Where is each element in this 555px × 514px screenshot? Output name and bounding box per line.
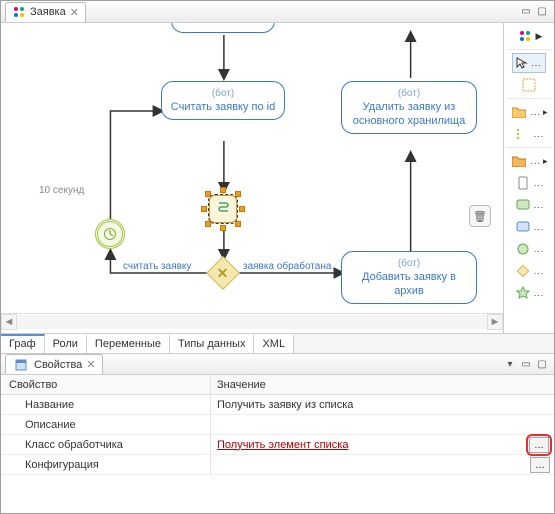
editor-tab-label: Заявка: [30, 6, 66, 18]
property-row-name[interactable]: Название Получить заявку из списка: [1, 395, 554, 415]
work-area: (бот) Считать заявку по id (бот) Удалить…: [1, 23, 554, 333]
bpmn-task-label: Считать заявку по id: [166, 101, 280, 115]
message-blue-icon[interactable]: [514, 218, 532, 236]
edge-label: заявка обработана: [243, 261, 331, 272]
property-value[interactable]: Получить элемент списка ...: [211, 435, 554, 454]
canvas-wrap: (бот) Считать заявку по id (бот) Удалить…: [1, 23, 504, 333]
property-row-desc[interactable]: Описание: [1, 415, 554, 435]
edge-label: считать заявку: [123, 261, 191, 272]
property-row-config[interactable]: Конфигурация ...: [1, 455, 554, 475]
palette: ▶ ... ...▸ ... ...▸ ... ... ... ... ... …: [504, 23, 554, 333]
chevron-right-icon[interactable]: ▸: [543, 107, 548, 118]
folder-green-icon[interactable]: [510, 103, 528, 121]
properties-tab-label: Свойства: [34, 359, 82, 371]
resize-handle[interactable]: [239, 206, 245, 212]
diagram-canvas[interactable]: (бот) Считать заявку по id (бот) Удалить…: [1, 23, 503, 313]
properties-icon: [12, 356, 30, 374]
properties-col-property[interactable]: Свойство: [1, 375, 211, 394]
folder-orange-icon[interactable]: [510, 152, 528, 170]
bpmn-task-read[interactable]: (бот) Считать заявку по id: [161, 81, 285, 120]
palette-icon[interactable]: [516, 27, 534, 45]
bpmn-task-archive[interactable]: (бот) Добавить заявку в архив: [341, 251, 477, 304]
editor-bottom-tabs: Граф Роли Переменные Типы данных XML: [1, 333, 554, 353]
scrollbar-horizontal[interactable]: ◄ ►: [1, 313, 503, 329]
star-icon[interactable]: [514, 284, 532, 302]
maximize-icon[interactable]: ▢: [534, 5, 550, 19]
properties-table: Свойство Значение Название Получить заяв…: [1, 375, 554, 475]
tab-vars[interactable]: Переменные: [87, 334, 170, 353]
bpmn-task-top[interactable]: [171, 23, 275, 33]
property-value[interactable]: [211, 415, 554, 434]
properties-header: Свойство Значение: [1, 375, 554, 395]
minimize-icon[interactable]: ▭: [518, 5, 534, 19]
circle-green-icon[interactable]: [514, 240, 532, 258]
tab-xml[interactable]: XML: [254, 334, 294, 353]
bpmn-timer-event[interactable]: [95, 219, 125, 249]
browse-button[interactable]: ...: [530, 457, 550, 473]
tab-graph[interactable]: Граф: [1, 334, 45, 353]
resize-handle[interactable]: [235, 221, 241, 227]
resize-handle[interactable]: [201, 206, 207, 212]
resize-handle[interactable]: [205, 221, 211, 227]
bullets-icon[interactable]: [514, 125, 532, 143]
property-label: Название: [1, 395, 211, 414]
resize-handle[interactable]: [235, 191, 241, 197]
property-value-text: Получить элемент списка: [217, 439, 348, 451]
bpmn-task-lane-label: (бот): [346, 258, 472, 269]
tab-types[interactable]: Типы данных: [170, 334, 254, 353]
property-value[interactable]: ...: [211, 455, 554, 474]
properties-col-value[interactable]: Значение: [211, 375, 554, 394]
view-menu-icon[interactable]: ▾: [502, 357, 518, 371]
property-label: Класс обработчика: [1, 435, 211, 454]
resize-handle[interactable]: [205, 191, 211, 197]
close-icon[interactable]: ✕: [86, 358, 95, 371]
chevron-right-icon[interactable]: ▶: [536, 31, 543, 42]
tab-roles[interactable]: Роли: [45, 334, 87, 353]
editor-tab-zayavka[interactable]: Заявка ✕: [5, 2, 86, 22]
properties-tab-strip: Свойства ✕ ▾ ▭ ▢: [1, 353, 554, 375]
marquee-tool[interactable]: [520, 76, 538, 94]
property-value[interactable]: Получить заявку из списка: [211, 395, 554, 414]
scroll-right-icon[interactable]: ►: [487, 314, 503, 330]
bpmn-task-lane-label: (бот): [346, 88, 472, 99]
bpmn-gateway[interactable]: ✕: [208, 258, 238, 288]
bpmn-task-label: Добавить заявку в архив: [346, 271, 472, 299]
resize-handle[interactable]: [220, 187, 226, 193]
timer-label: 10 секунд: [39, 185, 84, 196]
phone-icon[interactable]: [514, 174, 532, 192]
editor-tab-strip: Заявка ✕ ▭ ▢: [1, 1, 554, 23]
select-tool[interactable]: ...: [512, 53, 546, 73]
scroll-left-icon[interactable]: ◄: [1, 314, 17, 330]
resize-handle[interactable]: [220, 225, 226, 231]
trash-icon[interactable]: 🗑: [469, 205, 491, 227]
bpmn-task-delete[interactable]: (бот) Удалить заявку из основного хранил…: [341, 81, 477, 134]
process-icon: [12, 5, 26, 19]
property-label: Конфигурация: [1, 455, 211, 474]
minimize-icon[interactable]: ▭: [518, 357, 534, 371]
message-green-icon[interactable]: [514, 196, 532, 214]
bpmn-task-lane-label: (бот): [166, 88, 280, 99]
bpmn-task-label: Удалить заявку из основного хранилища: [346, 101, 472, 129]
close-icon[interactable]: ✕: [70, 6, 79, 19]
maximize-icon[interactable]: ▢: [534, 357, 550, 371]
gateway-icon[interactable]: [514, 262, 532, 280]
property-label: Описание: [1, 415, 211, 434]
properties-tab[interactable]: Свойства ✕: [5, 354, 103, 374]
property-row-class[interactable]: Класс обработчика Получить элемент списк…: [1, 435, 554, 455]
chevron-right-icon[interactable]: ▸: [543, 156, 548, 167]
browse-button[interactable]: ...: [526, 434, 552, 456]
bpmn-script-task[interactable]: [209, 195, 237, 223]
